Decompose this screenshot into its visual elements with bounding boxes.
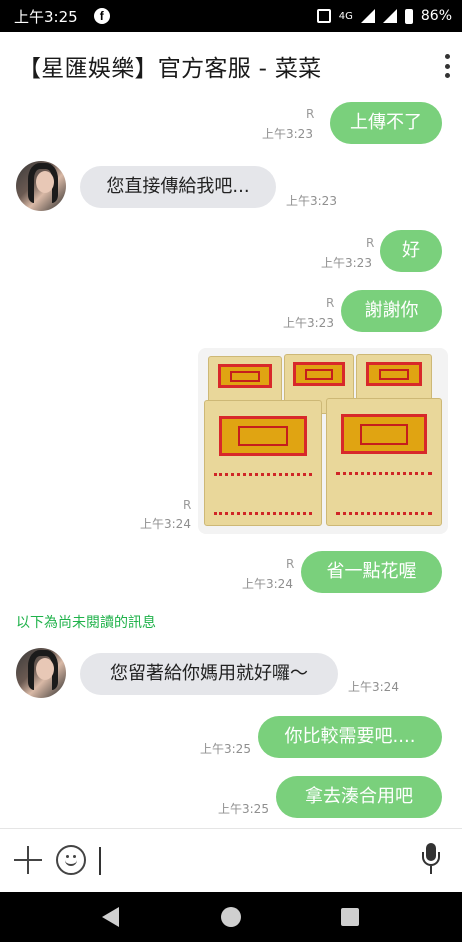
read-receipt: R	[183, 498, 192, 512]
message-time: 上午3:25	[200, 742, 251, 756]
message-time: 上午3:24	[242, 577, 293, 591]
incoming-message[interactable]: 您直接傳給我吧...	[80, 166, 276, 208]
read-receipt: R	[286, 557, 295, 571]
chat-title: 【星匯娛樂】官方客服 - 菜菜	[18, 56, 322, 82]
facebook-icon: f	[93, 8, 110, 24]
network-label: 4G	[338, 10, 353, 22]
avatar[interactable]	[16, 161, 66, 211]
navigation-bar	[0, 892, 462, 942]
nav-back-icon[interactable]	[102, 907, 119, 927]
message-time: 上午3:24	[140, 517, 191, 531]
message-time: 上午3:25	[218, 802, 269, 816]
nav-recent-icon[interactable]	[341, 908, 359, 926]
smile-icon[interactable]	[56, 845, 86, 875]
read-receipt: R	[306, 107, 315, 121]
outgoing-message[interactable]: 你比較需要吧....	[258, 716, 442, 758]
read-receipt: R	[326, 296, 335, 310]
message-time: 上午3:23	[321, 256, 372, 270]
message-input-bar	[0, 828, 462, 892]
message-time: 上午3:23	[286, 194, 337, 208]
outgoing-message[interactable]: 好	[380, 230, 442, 272]
status-time: 上午3:25	[14, 7, 78, 26]
paper-bundle	[326, 398, 442, 526]
outgoing-message[interactable]: 拿去湊合用吧	[276, 776, 442, 818]
message-time: 上午3:23	[283, 316, 334, 330]
message-input[interactable]	[99, 847, 101, 875]
more-vert-icon[interactable]	[444, 54, 450, 78]
battery-percent: 86%	[420, 8, 452, 24]
message-time: 上午3:23	[262, 127, 313, 141]
outgoing-message[interactable]: 上傳不了	[330, 102, 442, 144]
plus-icon[interactable]	[14, 846, 42, 874]
nav-home-icon[interactable]	[221, 907, 241, 927]
status-icons: 4G 86%	[316, 8, 452, 24]
message-time: 上午3:24	[348, 680, 399, 694]
outgoing-message[interactable]: 謝謝你	[341, 290, 442, 332]
mic-icon[interactable]	[420, 843, 442, 877]
vibrate-icon	[316, 9, 331, 23]
signal-icon-2	[382, 9, 397, 23]
paper-bundle	[204, 400, 322, 526]
incoming-message[interactable]: 您留著給你媽用就好囉～	[80, 653, 338, 695]
status-bar: 上午3:25 f 4G 86%	[0, 0, 462, 32]
read-receipt: R	[366, 236, 375, 250]
signal-icon	[360, 9, 375, 23]
photo-message[interactable]	[198, 348, 448, 534]
outgoing-message[interactable]: 省一點花喔	[301, 551, 442, 593]
chat-header: 【星匯娛樂】官方客服 - 菜菜	[0, 32, 462, 100]
unread-divider: 以下為尚未閱讀的訊息	[16, 615, 156, 631]
avatar[interactable]	[16, 648, 66, 698]
message-list[interactable]: R 上午3:23 上傳不了 您直接傳給我吧... 上午3:23 R 上午3:23…	[0, 100, 462, 828]
battery-icon	[404, 8, 413, 24]
